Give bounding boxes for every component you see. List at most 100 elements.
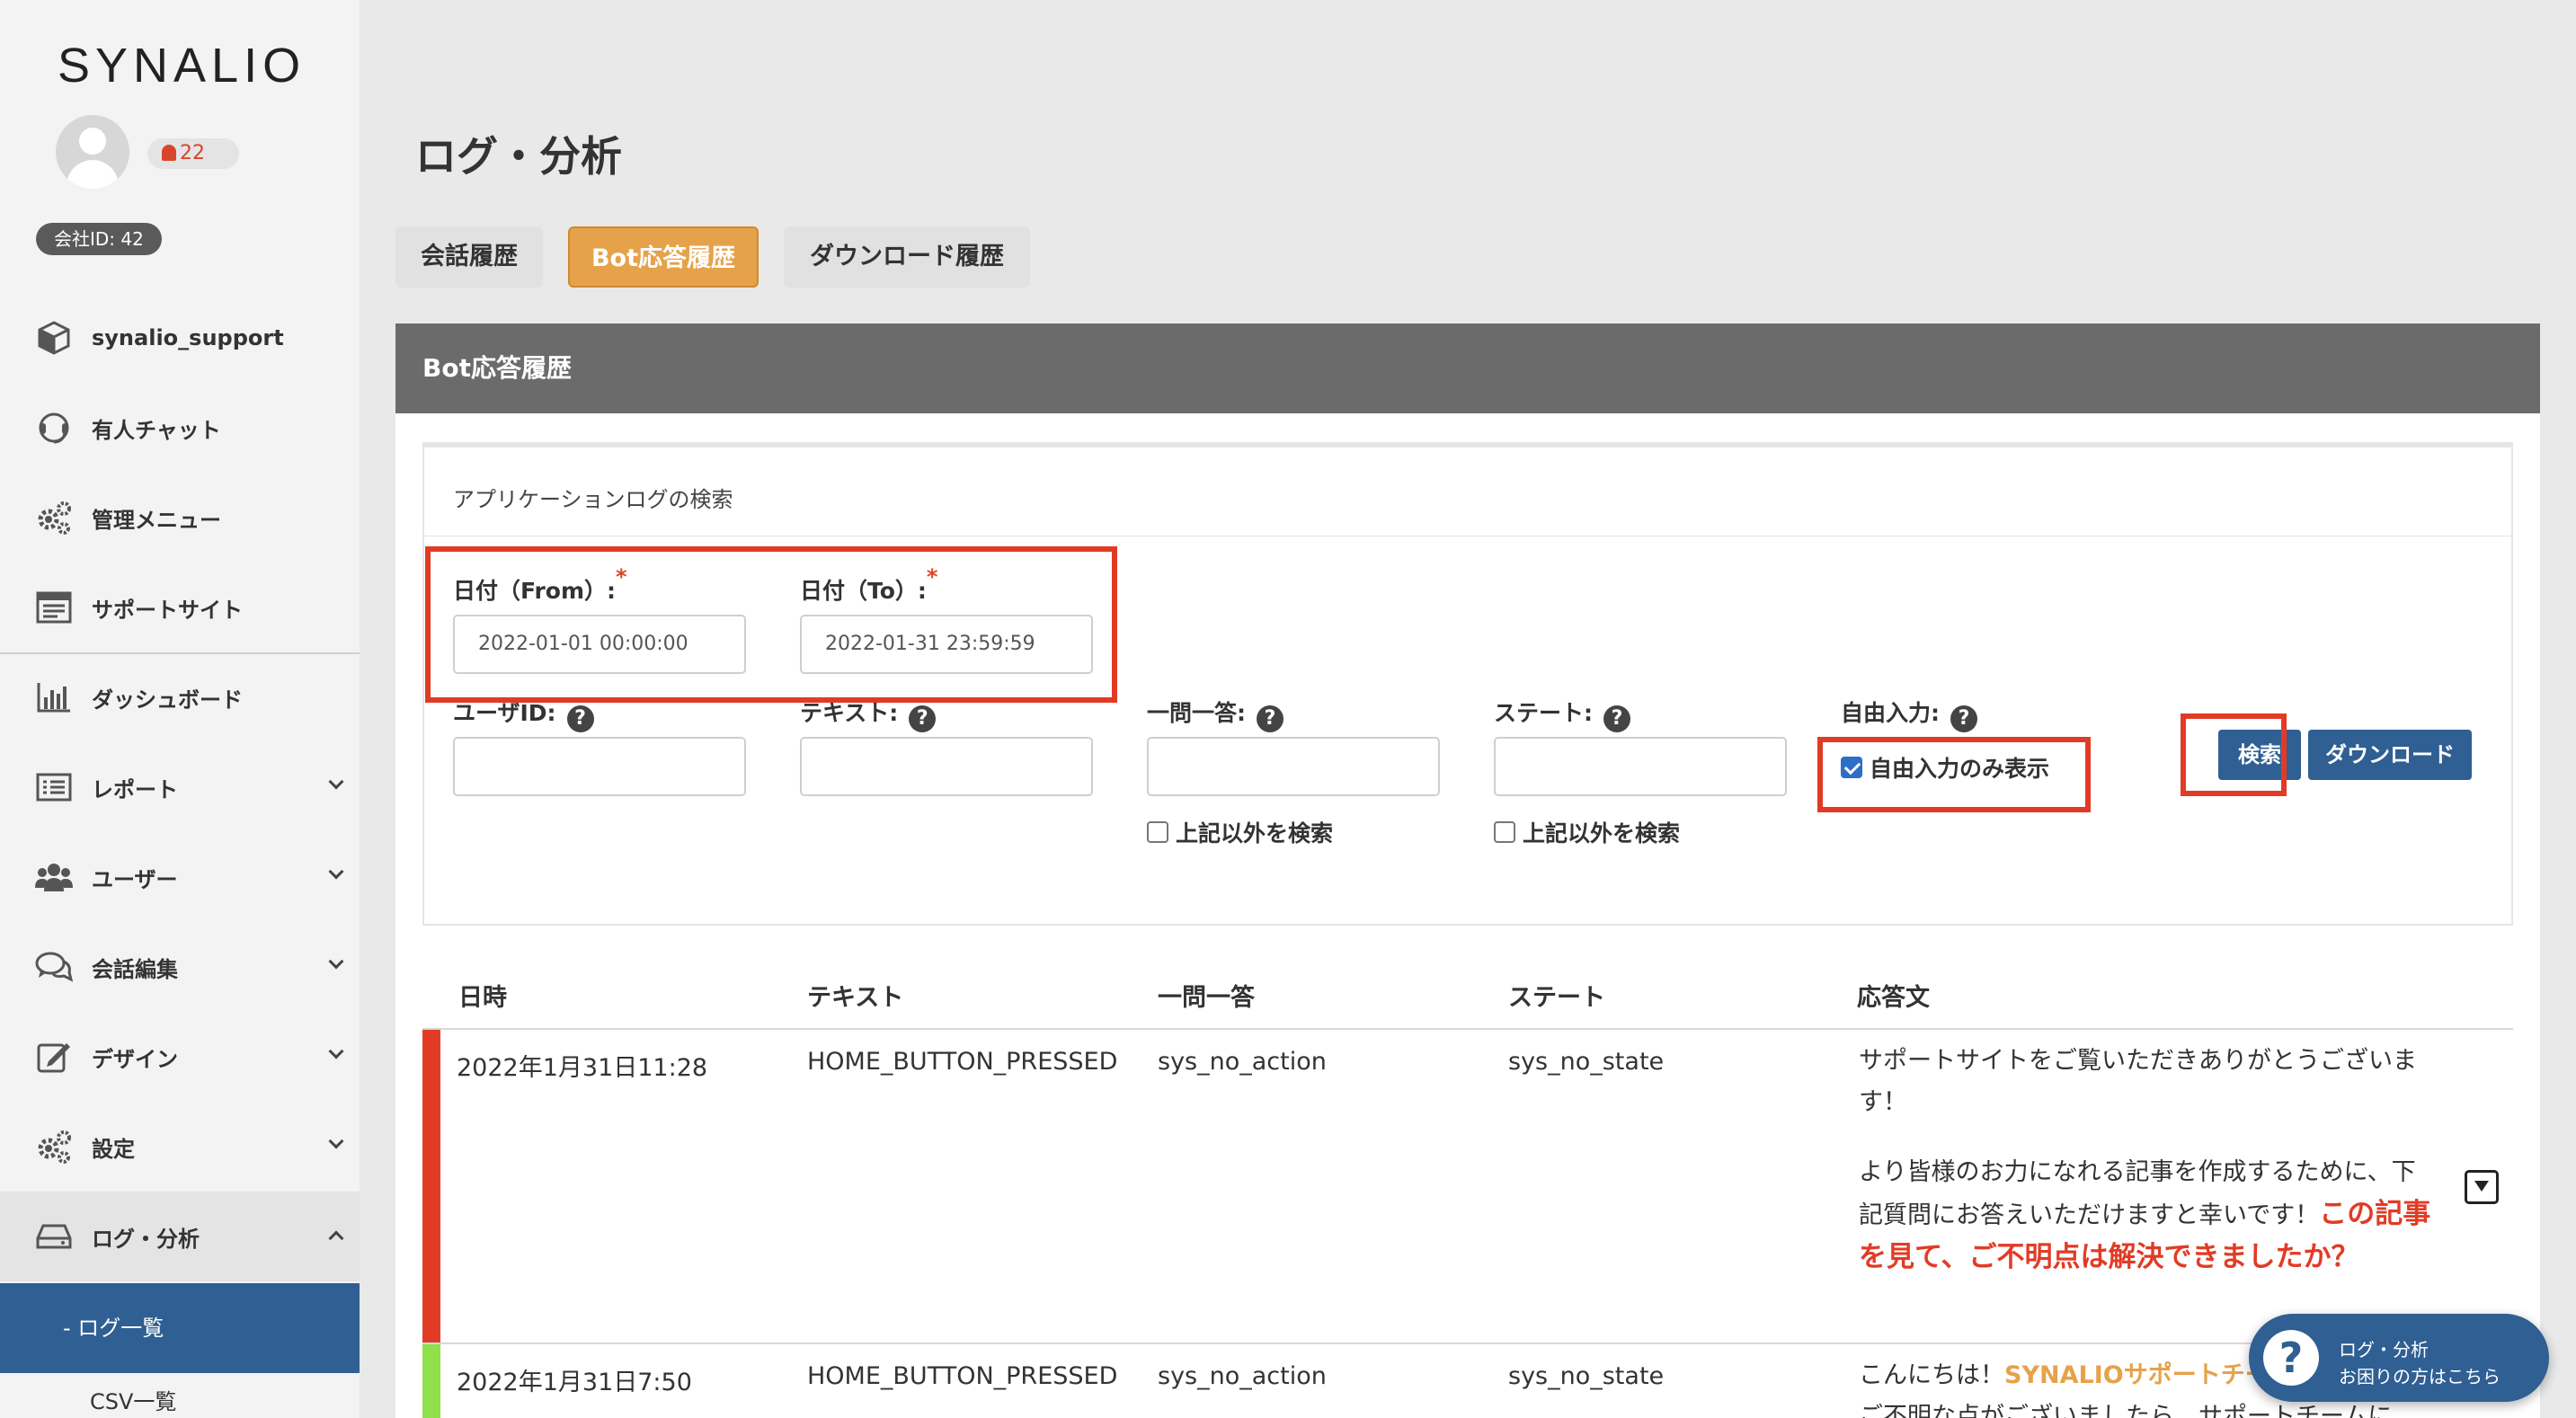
help-widget-title: ログ・分析 xyxy=(2339,1339,2429,1360)
sidebar-item-label: 会話編集 xyxy=(92,956,178,982)
tab-bot-response-history[interactable]: Bot応答履歴 xyxy=(568,226,759,288)
sidebar-item-label: 管理メニュー xyxy=(92,507,221,533)
row-datetime: 2022年1月31日11:28 xyxy=(457,1054,708,1082)
text-input[interactable] xyxy=(800,737,1093,796)
search-form-title: アプリケーションログの検索 xyxy=(453,487,733,512)
state-label: ステート:? xyxy=(1494,696,1630,732)
highlight-date-range xyxy=(425,546,1117,703)
chevron-down-icon xyxy=(328,774,344,790)
row-state: sys_no_state xyxy=(1508,1362,1665,1390)
reply-paragraph: こんにちは！ xyxy=(1859,1361,2004,1389)
sidebar-item-label: サポートサイト xyxy=(92,597,243,623)
question-icon: ? xyxy=(2263,1330,2319,1386)
help-widget[interactable]: ? ログ・分析 お困りの方はこちら xyxy=(2249,1314,2549,1402)
sidebar-item-label: 有人チャット xyxy=(92,417,221,443)
cube-icon xyxy=(34,320,74,356)
highlight-free-input xyxy=(1817,737,2091,812)
row-qa: sys_no_action xyxy=(1158,1362,1327,1390)
checkbox[interactable] xyxy=(1494,821,1515,843)
row-reply: サポートサイトをご覧いただきありがとうございます！ より皆様のお力になれる記事を… xyxy=(1859,1041,2434,1280)
headset-icon xyxy=(34,410,74,446)
tab-download-history[interactable]: ダウンロード履歴 xyxy=(784,226,1030,288)
sidebar-item-dashboard[interactable]: ダッシュボード xyxy=(0,652,360,742)
help-widget-subtitle: お困りの方はこちら xyxy=(2339,1366,2500,1387)
checkbox-label: 上記以外を検索 xyxy=(1523,820,1681,846)
chevron-down-icon xyxy=(328,953,344,970)
drive-icon xyxy=(34,1219,74,1254)
free-input-label: 自由入力:? xyxy=(1841,696,1977,732)
row-status-bar xyxy=(422,1344,440,1418)
row-datetime: 2022年1月31日7:50 xyxy=(457,1369,692,1396)
notification-count: 22 xyxy=(180,142,205,164)
sidebar-subitem-log-list[interactable]: - ログ一覧 xyxy=(0,1283,360,1373)
users-icon xyxy=(34,859,74,895)
state-input[interactable] xyxy=(1494,737,1787,796)
sidebar-item-label: ログ・分析 xyxy=(92,1226,200,1252)
column-header-text[interactable]: テキスト xyxy=(807,978,903,1013)
row-text: HOME_BUTTON_PRESSED xyxy=(807,1362,1118,1390)
bot-response-panel: Bot応答履歴 アプリケーションログの検索 日付（From）:* 2022-01… xyxy=(395,323,2540,1418)
row-status-bar xyxy=(422,1030,440,1343)
checkbox[interactable] xyxy=(1147,821,1168,843)
edit-icon xyxy=(34,1039,74,1075)
qa-input[interactable] xyxy=(1147,737,1440,796)
qa-label: 一問一答:? xyxy=(1147,696,1284,732)
avatar[interactable] xyxy=(56,115,129,189)
sidebar-item-conversation-edit[interactable]: 会話編集 xyxy=(0,922,360,1012)
column-header-reply[interactable]: 応答文 xyxy=(1857,978,1930,1013)
qa-exclude-checkbox[interactable]: 上記以外を検索 xyxy=(1147,816,1333,848)
sidebar-item-label: デザイン xyxy=(92,1046,178,1072)
checkbox-label: 上記以外を検索 xyxy=(1176,820,1334,846)
gears-icon xyxy=(34,500,74,536)
sidebar-item-design[interactable]: デザイン xyxy=(0,1012,360,1102)
panel-title: Bot応答履歴 xyxy=(395,323,2540,413)
column-header-datetime[interactable]: 日時 xyxy=(458,978,507,1013)
company-id-badge: 会社ID: 42 xyxy=(36,223,162,255)
user-id-input[interactable] xyxy=(453,737,746,796)
sidebar-item-label: ダッシュボード xyxy=(92,687,243,713)
sidebar-item-live-chat[interactable]: 有人チャット xyxy=(0,383,360,473)
help-icon[interactable]: ? xyxy=(566,705,594,732)
chevron-down-icon xyxy=(328,1133,344,1149)
bell-icon xyxy=(162,145,176,161)
column-header-state[interactable]: ステート xyxy=(1508,978,1605,1013)
row-qa: sys_no_action xyxy=(1158,1048,1327,1076)
logo[interactable]: SYNALIO xyxy=(58,38,306,93)
help-icon[interactable]: ? xyxy=(1950,705,1977,732)
sidebar-item-log-analysis[interactable]: ログ・分析 xyxy=(0,1192,360,1281)
sidebar-item-users[interactable]: ユーザー xyxy=(0,832,360,922)
sidebar-item-support-site[interactable]: サポートサイト xyxy=(0,563,360,652)
browser-icon xyxy=(34,589,74,625)
expand-icon[interactable] xyxy=(2465,1170,2499,1204)
sidebar-item-label: ユーザー xyxy=(92,866,178,892)
sidebar-item-label: synalio_support xyxy=(92,325,284,350)
chevron-up-icon xyxy=(328,1230,344,1246)
search-form: アプリケーションログの検索 日付（From）:* 2022-01-01 00:0… xyxy=(422,442,2513,926)
divider xyxy=(422,1028,2513,1030)
chevron-down-icon xyxy=(328,1043,344,1059)
notification-badge[interactable]: 22 xyxy=(147,138,239,169)
tab-conversation-history[interactable]: 会話履歴 xyxy=(395,226,543,288)
help-icon[interactable]: ? xyxy=(909,705,937,732)
sidebar-item-report[interactable]: レポート xyxy=(0,742,360,832)
reply-paragraph: サポートサイトをご覧いただきありがとうございます！ xyxy=(1859,1047,2417,1116)
sidebar-item-label: 設定 xyxy=(92,1136,135,1162)
gears-icon xyxy=(34,1129,74,1165)
sidebar-item-admin-menu[interactable]: 管理メニュー xyxy=(0,473,360,563)
help-icon[interactable]: ? xyxy=(1257,705,1284,732)
download-button[interactable]: ダウンロード xyxy=(2308,730,2472,780)
sidebar-subitem-csv-list[interactable]: CSV一覧 xyxy=(0,1384,360,1418)
list-icon xyxy=(34,769,74,805)
sidebar: SYNALIO 22 会社ID: 42 synalio_support 有人チャ… xyxy=(0,0,360,1418)
sidebar-item-settings[interactable]: 設定 xyxy=(0,1102,360,1192)
sidebar-item-synalio-support[interactable]: synalio_support xyxy=(0,293,360,383)
chevron-down-icon xyxy=(328,864,344,880)
row-text: HOME_BUTTON_PRESSED xyxy=(807,1048,1118,1076)
bar-chart-icon xyxy=(34,679,74,715)
state-exclude-checkbox[interactable]: 上記以外を検索 xyxy=(1494,816,1680,848)
highlight-search-button xyxy=(2181,713,2287,796)
row-state: sys_no_state xyxy=(1508,1048,1665,1076)
help-icon[interactable]: ? xyxy=(1603,705,1630,732)
sidebar-item-label: レポート xyxy=(92,776,178,802)
column-header-qa[interactable]: 一問一答 xyxy=(1158,978,1255,1013)
